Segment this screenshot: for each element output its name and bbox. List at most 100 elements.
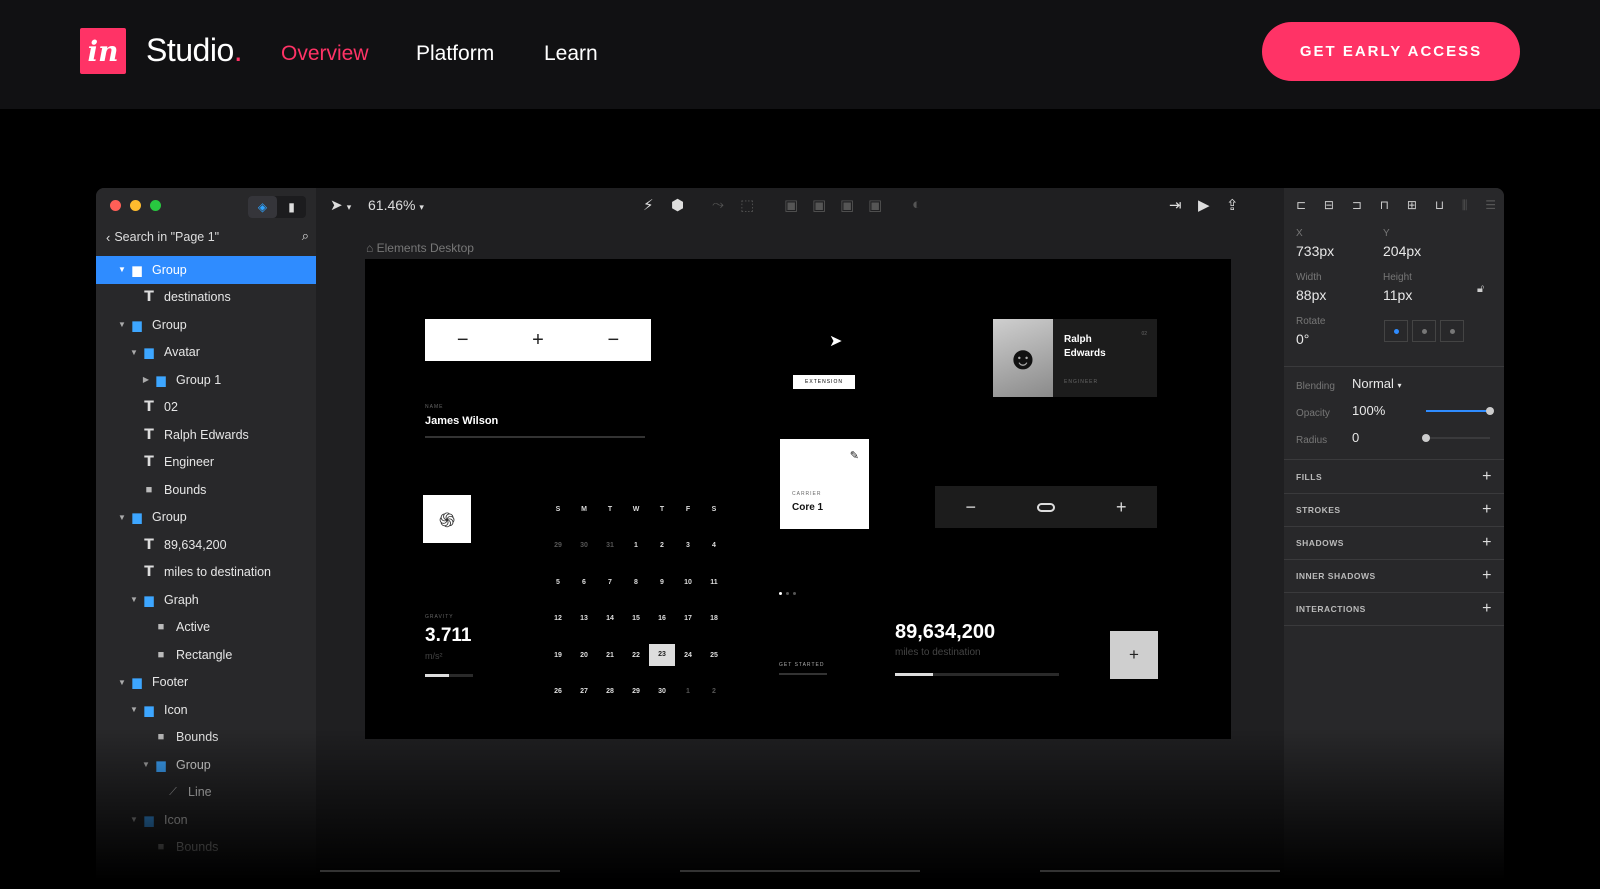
layer-row[interactable]: ▼ ▆ Group	[96, 256, 316, 284]
align-center-h-icon[interactable]: ⊟	[1324, 198, 1334, 213]
distribute-h-icon[interactable]: ⫼	[1462, 198, 1468, 213]
origin-option[interactable]	[1384, 320, 1408, 342]
disclosure-down-icon[interactable]: ▼	[128, 815, 140, 824]
section-interactions[interactable]: INTERACTIONS +	[1284, 592, 1504, 625]
calendar-day[interactable]: 12	[545, 615, 571, 622]
breadcrumb[interactable]: ⌂ Elements Desktop	[366, 241, 474, 255]
toggle-pill-icon[interactable]	[1036, 502, 1055, 512]
calendar-day[interactable]: 9	[649, 579, 675, 586]
transform-icon[interactable]: ⬚	[740, 196, 754, 214]
layers-tab-icon[interactable]: ◈	[248, 196, 277, 218]
calendar-day[interactable]: 10	[675, 579, 701, 586]
calendar-day[interactable]: 26	[545, 688, 571, 695]
get-started-label[interactable]: GET STARTED	[779, 662, 824, 668]
add-icon[interactable]: +	[1482, 501, 1492, 519]
opacity-slider-knob[interactable]	[1486, 407, 1494, 415]
section-shadows[interactable]: SHADOWS +	[1284, 526, 1504, 559]
calendar-day[interactable]: 28	[597, 688, 623, 695]
union-icon[interactable]: ▣	[784, 196, 798, 214]
calendar-day[interactable]: 13	[571, 615, 597, 622]
calendar-day[interactable]: 6	[571, 579, 597, 586]
canvas[interactable]: ⌂ Elements Desktop − + − NAME James Wils…	[316, 224, 1266, 888]
calendar-day[interactable]: 11	[701, 579, 727, 586]
layer-row[interactable]: ▼ ▆ Group	[96, 504, 316, 532]
radius-slider[interactable]	[1422, 434, 1490, 442]
calendar-day[interactable]: 22	[623, 652, 649, 659]
minus-icon[interactable]: −	[457, 329, 469, 352]
brand-logo[interactable]: in	[80, 28, 126, 74]
add-icon[interactable]: +	[1482, 567, 1492, 585]
calendar-day[interactable]: 1	[675, 688, 701, 695]
calendar-day[interactable]: 23	[649, 644, 675, 667]
rotate-field[interactable]: 0°	[1296, 331, 1309, 347]
path-icon[interactable]: ⤳	[712, 196, 724, 213]
light-stepper[interactable]: − + −	[425, 319, 651, 361]
add-icon[interactable]: +	[1482, 468, 1492, 486]
calendar-day[interactable]: 18	[701, 615, 727, 622]
calendar-day[interactable]: 24	[675, 652, 701, 659]
get-early-access-button[interactable]: GET EARLY ACCESS	[1262, 22, 1520, 81]
plus-icon[interactable]: +	[1116, 497, 1127, 518]
pages-tab-icon[interactable]: ▮	[277, 196, 306, 218]
disclosure-down-icon[interactable]: ▼	[128, 348, 140, 357]
selected-text-layer[interactable]: EXTENSION	[793, 375, 855, 389]
calendar-day[interactable]: 14	[597, 615, 623, 622]
distribute-v-icon[interactable]: ☰	[1485, 198, 1496, 213]
align-right-icon[interactable]: ⊐	[1352, 198, 1362, 213]
layer-row[interactable]: ■ Bounds	[96, 476, 316, 504]
calendar-day[interactable]: 7	[597, 579, 623, 586]
y-field[interactable]: 204px	[1383, 243, 1421, 259]
x-field[interactable]: 733px	[1296, 243, 1334, 259]
align-bottom-icon[interactable]: ⊔	[1435, 198, 1444, 213]
opacity-slider[interactable]	[1426, 407, 1494, 415]
layer-row[interactable]: Tdestinations	[96, 284, 316, 312]
page-dot[interactable]	[793, 592, 796, 595]
width-field[interactable]: 88px	[1296, 287, 1326, 303]
calendar-day[interactable]: 1	[623, 542, 649, 549]
lock-icon[interactable]: 🔓︎	[1477, 283, 1484, 296]
calendar-day[interactable]: 2	[649, 542, 675, 549]
nav-learn[interactable]: Learn	[544, 42, 598, 66]
layer-row[interactable]: T 89,634,200	[96, 531, 316, 559]
radius-field[interactable]: 0	[1352, 430, 1359, 445]
subtract-icon[interactable]: ▣	[812, 196, 826, 214]
close-window-button[interactable]	[110, 200, 121, 211]
calendar-day[interactable]: 17	[675, 615, 701, 622]
calendar-day[interactable]: 8	[623, 579, 649, 586]
nav-overview[interactable]: Overview	[281, 42, 369, 66]
minimize-window-button[interactable]	[130, 200, 141, 211]
calendar-day[interactable]: 20	[571, 652, 597, 659]
layer-row[interactable]: ▼ ▆ Footer	[96, 669, 316, 697]
disclosure-down-icon[interactable]: ▼	[116, 265, 128, 274]
maximize-window-button[interactable]	[150, 200, 161, 211]
layer-row[interactable]: ■ Active	[96, 614, 316, 642]
layer-row[interactable]: ▼ ▆ Icon	[96, 696, 316, 724]
layer-row[interactable]: ■ Bounds	[96, 834, 316, 862]
calendar-day[interactable]: 4	[701, 542, 727, 549]
disclosure-down-icon[interactable]: ▼	[116, 513, 128, 522]
layer-row[interactable]: ▼ ▆ Icon	[96, 806, 316, 834]
disclosure-down-icon[interactable]: ▼	[140, 760, 152, 769]
blending-select[interactable]: Normal ▾	[1352, 376, 1402, 391]
layer-row[interactable]: ⟋ Line	[96, 779, 316, 807]
disclosure-down-icon[interactable]: ▼	[128, 595, 140, 604]
layer-row[interactable]: ■ Bounds	[96, 724, 316, 752]
section-fills[interactable]: FILLS +	[1284, 460, 1504, 493]
pencil-icon[interactable]: ✎	[850, 449, 859, 462]
layer-row[interactable]: ▼ ▆ Group	[96, 751, 316, 779]
brand-name[interactable]: Studio.	[146, 32, 243, 69]
layer-row[interactable]: ▶ ▆ Group 1	[96, 366, 316, 394]
opacity-field[interactable]: 100%	[1352, 403, 1385, 418]
share-icon[interactable]: ⇪	[1226, 196, 1239, 214]
height-field[interactable]: 11px	[1383, 287, 1412, 303]
flash-icon[interactable]: ⚡	[643, 196, 654, 214]
calendar-day[interactable]: 25	[701, 652, 727, 659]
add-icon[interactable]: +	[1482, 534, 1492, 552]
disclosure-down-icon[interactable]: ▼	[116, 320, 128, 329]
profile-card[interactable]: ☻ Ralph Edwards 02 ENGINEER	[993, 319, 1157, 397]
disclosure-down-icon[interactable]: ▼	[116, 678, 128, 687]
plus-icon[interactable]: +	[532, 329, 544, 352]
difference-icon[interactable]: ▣	[868, 196, 882, 214]
layer-row[interactable]: ▼ ▆ Graph	[96, 586, 316, 614]
layer-row[interactable]: T Engineer	[96, 449, 316, 477]
